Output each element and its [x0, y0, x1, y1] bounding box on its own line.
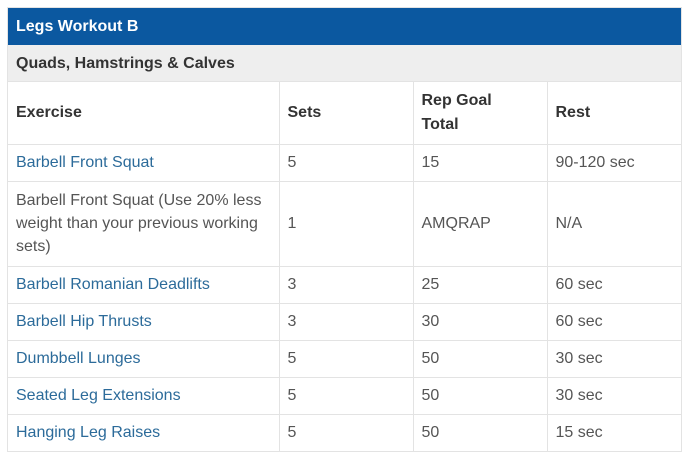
header-rep-goal-total: Rep Goal Total — [413, 82, 548, 145]
table-row: Barbell Romanian Deadlifts 3 25 60 sec — [8, 266, 681, 304]
cell-rest: 30 sec — [547, 340, 681, 378]
exercise-text: Barbell Front Squat (Use 20% less weight… — [16, 192, 262, 255]
exercise-link[interactable]: Barbell Romanian Deadlifts — [16, 276, 210, 293]
cell-rest: 15 sec — [555, 424, 603, 442]
cell-sets: 5 — [279, 340, 414, 378]
exercise-link[interactable]: Dumbbell Lunges — [16, 350, 141, 367]
cell-sets: 5 — [279, 414, 414, 451]
cell-rep-goal: 50 — [413, 414, 548, 451]
exercise-link[interactable]: Barbell Hip Thrusts — [16, 313, 152, 330]
cell-rep-goal: 50 — [413, 340, 548, 378]
exercise-link[interactable]: Hanging Leg Raises — [16, 424, 160, 441]
table-body: Barbell Front Squat 5 15 90-120 sec Barbell … — [8, 144, 681, 451]
cell-exercise[interactable]: Dumbbell Lunges — [8, 340, 280, 378]
cell-rest: 60 sec — [547, 303, 681, 341]
table-row: Dumbbell Lunges 5 50 30 sec — [8, 340, 681, 378]
table-row: Barbell Front Squat 5 15 90-120 sec — [8, 144, 681, 182]
cell-rep-goal: 15 — [413, 144, 548, 182]
table-subtitle: Quads, Hamstrings & Calves — [8, 45, 681, 82]
table-row: Hanging Leg Raises 5 50 15 sec — [8, 414, 681, 451]
cell-exercise[interactable]: Barbell Hip Thrusts — [8, 303, 280, 341]
cell-exercise: Barbell Front Squat (Use 20% less weight… — [8, 181, 280, 267]
cell-rest: 30 sec — [547, 377, 681, 415]
cell-rep-goal: 25 — [413, 266, 548, 304]
header-sets: Sets — [279, 82, 414, 145]
header-rest: Rest — [547, 82, 681, 145]
cell-sets: 3 — [279, 303, 414, 341]
header-exercise: Exercise — [8, 82, 280, 145]
header-row: Exercise Sets Rep Goal Total Rest — [8, 82, 681, 145]
cell-sets: 5 — [279, 377, 414, 415]
cell-exercise[interactable]: Barbell Front Squat — [8, 144, 280, 182]
cell-sets: 3 — [279, 266, 414, 304]
workout-table-card: Legs Workout B Quads, Hamstrings & Calve… — [7, 7, 682, 452]
cell-rep-goal: AMQRAP — [413, 181, 548, 267]
table-row: Barbell Hip Thrusts 3 30 60 sec — [8, 303, 681, 341]
cell-exercise[interactable]: Seated Leg Extensions — [8, 377, 280, 415]
header-rep-line2: Total — [421, 115, 459, 133]
cell-rest: 60 sec — [547, 266, 681, 304]
cell-sets: 5 — [279, 144, 414, 182]
cell-exercise[interactable]: Hanging Leg Raises — [8, 414, 280, 451]
table-row: Seated Leg Extensions 5 50 30 sec — [8, 377, 681, 415]
workout-table: Exercise Sets Rep Goal Total Rest Barbel… — [8, 82, 681, 451]
cell-exercise[interactable]: Barbell Romanian Deadlifts — [8, 266, 280, 304]
exercise-link[interactable]: Barbell Front Squat — [16, 154, 154, 171]
cell-sets: 1 — [279, 181, 414, 267]
exercise-link[interactable]: Seated Leg Extensions — [16, 387, 181, 404]
cell-rep-goal: 50 — [413, 377, 548, 415]
header-rep-line1: Rep Goal — [421, 91, 492, 109]
table-row: Barbell Front Squat (Use 20% less weight… — [8, 181, 681, 267]
cell-rest: 90-120 sec — [547, 144, 681, 182]
table-title: Legs Workout B — [8, 8, 681, 45]
cell-rep-goal: 30 — [413, 303, 548, 341]
cell-rest: N/A — [547, 181, 681, 267]
